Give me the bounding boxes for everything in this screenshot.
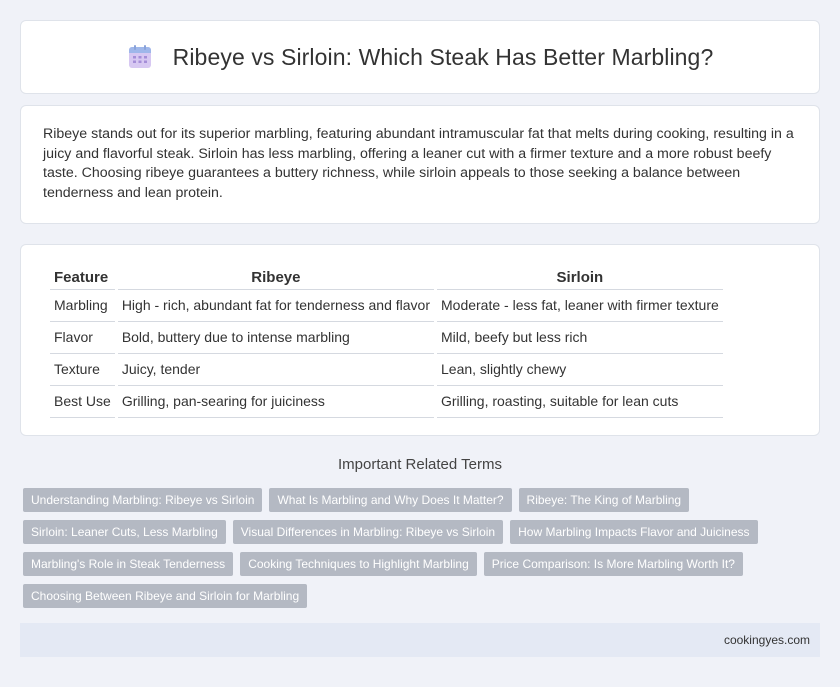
- page-title: Ribeye vs Sirloin: Which Steak Has Bette…: [172, 43, 714, 70]
- cell-feature: Best Use: [50, 386, 115, 418]
- table-row: Flavor Bold, buttery due to intense marb…: [50, 322, 723, 354]
- related-term-tag[interactable]: Understanding Marbling: Ribeye vs Sirloi…: [23, 488, 263, 512]
- cell-feature: Texture: [50, 354, 115, 386]
- comparison-table: Feature Ribeye Sirloin Marbling High - r…: [47, 265, 726, 418]
- cell-sirloin: Grilling, roasting, suitable for lean cu…: [437, 386, 723, 418]
- related-terms-title: Important Related Terms: [338, 456, 502, 473]
- cell-sirloin: Moderate - less fat, leaner with firmer …: [437, 290, 723, 322]
- related-term-tag[interactable]: Marbling's Role in Steak Tenderness: [23, 552, 234, 576]
- related-term-tag[interactable]: Ribeye: The King of Marbling: [518, 488, 690, 512]
- cell-ribeye: Grilling, pan-searing for juiciness: [117, 386, 434, 418]
- header-card: Ribeye vs Sirloin: Which Steak Has Bette…: [20, 20, 820, 94]
- intro-card: Ribeye stands out for its superior marbl…: [20, 105, 820, 224]
- cell-sirloin: Mild, beefy but less rich: [437, 322, 723, 354]
- cell-ribeye: High - rich, abundant fat for tenderness…: [117, 290, 434, 322]
- table-row: Marbling High - rich, abundant fat for t…: [50, 290, 723, 322]
- calendar-icon: [127, 44, 153, 70]
- cell-ribeye: Juicy, tender: [117, 354, 434, 386]
- related-term-tag[interactable]: Visual Differences in Marbling: Ribeye v…: [232, 520, 504, 544]
- cell-feature: Marbling: [50, 290, 115, 322]
- header-ribeye: Ribeye: [117, 265, 434, 290]
- table-header-row: Feature Ribeye Sirloin: [50, 265, 723, 290]
- related-term-tag[interactable]: Price Comparison: Is More Marbling Worth…: [483, 552, 743, 576]
- related-term-tag[interactable]: What Is Marbling and Why Does It Matter?: [269, 488, 512, 512]
- related-terms-list: Understanding Marbling: Ribeye vs Sirloi…: [23, 488, 803, 608]
- related-term-tag[interactable]: Cooking Techniques to Highlight Marbling: [240, 552, 477, 576]
- intro-text: Ribeye stands out for its superior marbl…: [43, 126, 794, 201]
- related-term-tag[interactable]: Choosing Between Ribeye and Sirloin for …: [23, 584, 308, 608]
- footer-site-link[interactable]: cookingyes.com: [724, 633, 810, 647]
- header-sirloin: Sirloin: [437, 265, 723, 290]
- footer: cookingyes.com: [20, 623, 820, 657]
- related-term-tag[interactable]: Sirloin: Leaner Cuts, Less Marbling: [23, 520, 226, 544]
- comparison-card: Feature Ribeye Sirloin Marbling High - r…: [20, 244, 820, 436]
- cell-sirloin: Lean, slightly chewy: [437, 354, 723, 386]
- title-wrap: Ribeye vs Sirloin: Which Steak Has Bette…: [127, 44, 714, 71]
- table-row: Best Use Grilling, pan-searing for juici…: [50, 386, 723, 418]
- cell-feature: Flavor: [50, 322, 115, 354]
- header-feature: Feature: [50, 265, 115, 290]
- related-term-tag[interactable]: How Marbling Impacts Flavor and Juicines…: [510, 520, 758, 544]
- table-row: Texture Juicy, tender Lean, slightly che…: [50, 354, 723, 386]
- cell-ribeye: Bold, buttery due to intense marbling: [117, 322, 434, 354]
